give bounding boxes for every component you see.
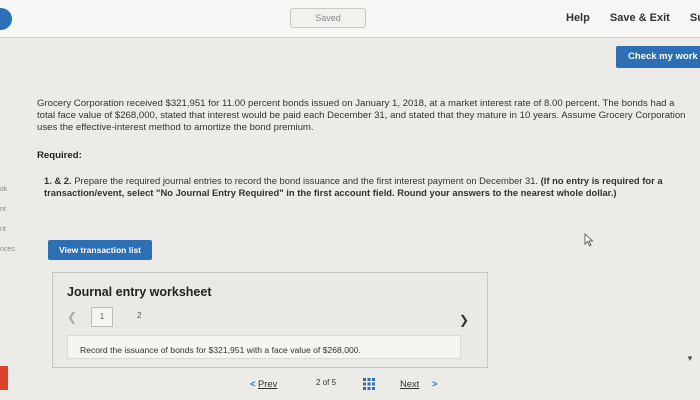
entry-description: Record the issuance of bonds for $321,95… <box>67 335 461 359</box>
instruction-plain: Prepare the required journal entries to … <box>74 175 539 186</box>
worksheet-tab-2[interactable]: 2 <box>137 311 141 320</box>
required-label: Required: <box>37 150 82 161</box>
worksheet-title: Journal entry worksheet <box>67 285 212 299</box>
chevron-right-icon[interactable]: ❯ <box>459 313 469 327</box>
rail-label[interactable]: nt <box>0 226 6 233</box>
chevron-right-icon[interactable]: > <box>432 378 437 389</box>
submit-link[interactable]: Subm <box>690 12 700 24</box>
journal-entry-worksheet: Journal entry worksheet ❮ 1 2 ❯ Record t… <box>52 272 488 368</box>
top-links: Help Save & Exit Subm <box>566 12 700 24</box>
view-transaction-list-button[interactable]: View transaction list <box>48 240 152 260</box>
page-count: 2 of 5 <box>316 378 337 387</box>
scroll-down-icon[interactable]: ▼ <box>686 354 694 363</box>
rail-label[interactable]: ok <box>0 186 7 193</box>
nav-circle-icon[interactable] <box>0 8 12 30</box>
save-exit-link[interactable]: Save & Exit <box>610 12 670 24</box>
question-text: Grocery Corporation received $321,951 fo… <box>37 98 686 133</box>
chevron-left-icon[interactable]: < <box>250 378 255 389</box>
grid-icon[interactable] <box>363 378 375 390</box>
cursor-icon <box>582 232 596 247</box>
chevron-left-icon[interactable]: ❮ <box>67 309 83 325</box>
top-bar: Saved Help Save & Exit Subm <box>0 0 700 38</box>
saved-status: Saved <box>290 8 366 28</box>
help-link[interactable]: Help <box>566 12 590 24</box>
page: Saved Help Save & Exit Subm Check my wor… <box>0 0 700 400</box>
rail-label[interactable]: nces <box>0 246 15 253</box>
prev-link[interactable]: Prev <box>258 378 277 389</box>
rail-marker <box>0 366 8 390</box>
rail-label[interactable]: nt <box>0 206 6 213</box>
instruction-number: 1. & 2. <box>44 175 72 186</box>
worksheet-tab-1[interactable]: 1 <box>91 307 113 327</box>
check-my-work-button[interactable]: Check my work <box>616 46 700 68</box>
next-link[interactable]: Next <box>400 378 419 389</box>
instruction: 1. & 2. Prepare the required journal ent… <box>44 175 684 199</box>
